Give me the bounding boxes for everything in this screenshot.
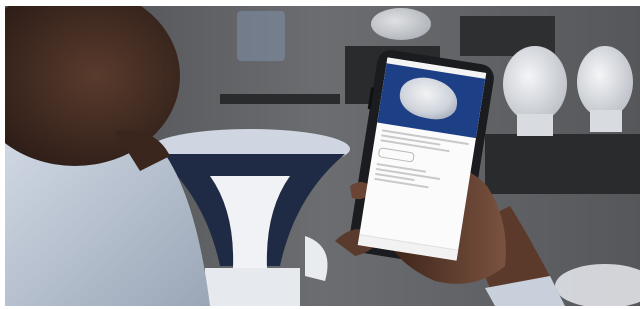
porcelain-vase bbox=[577, 46, 633, 118]
photo-scene bbox=[5, 6, 640, 306]
porcelain-plate bbox=[237, 11, 285, 61]
display-shelf bbox=[220, 94, 340, 104]
display-shelf bbox=[485, 134, 640, 194]
vase-base bbox=[590, 110, 622, 132]
porcelain-jar bbox=[371, 8, 431, 40]
vase-base bbox=[517, 114, 553, 136]
vase-foot bbox=[205, 268, 300, 306]
teapot-image bbox=[396, 73, 461, 123]
museum-photo bbox=[5, 6, 640, 306]
screen-button bbox=[377, 147, 415, 163]
porcelain-vase bbox=[503, 46, 567, 122]
screen-text-line bbox=[374, 177, 429, 189]
